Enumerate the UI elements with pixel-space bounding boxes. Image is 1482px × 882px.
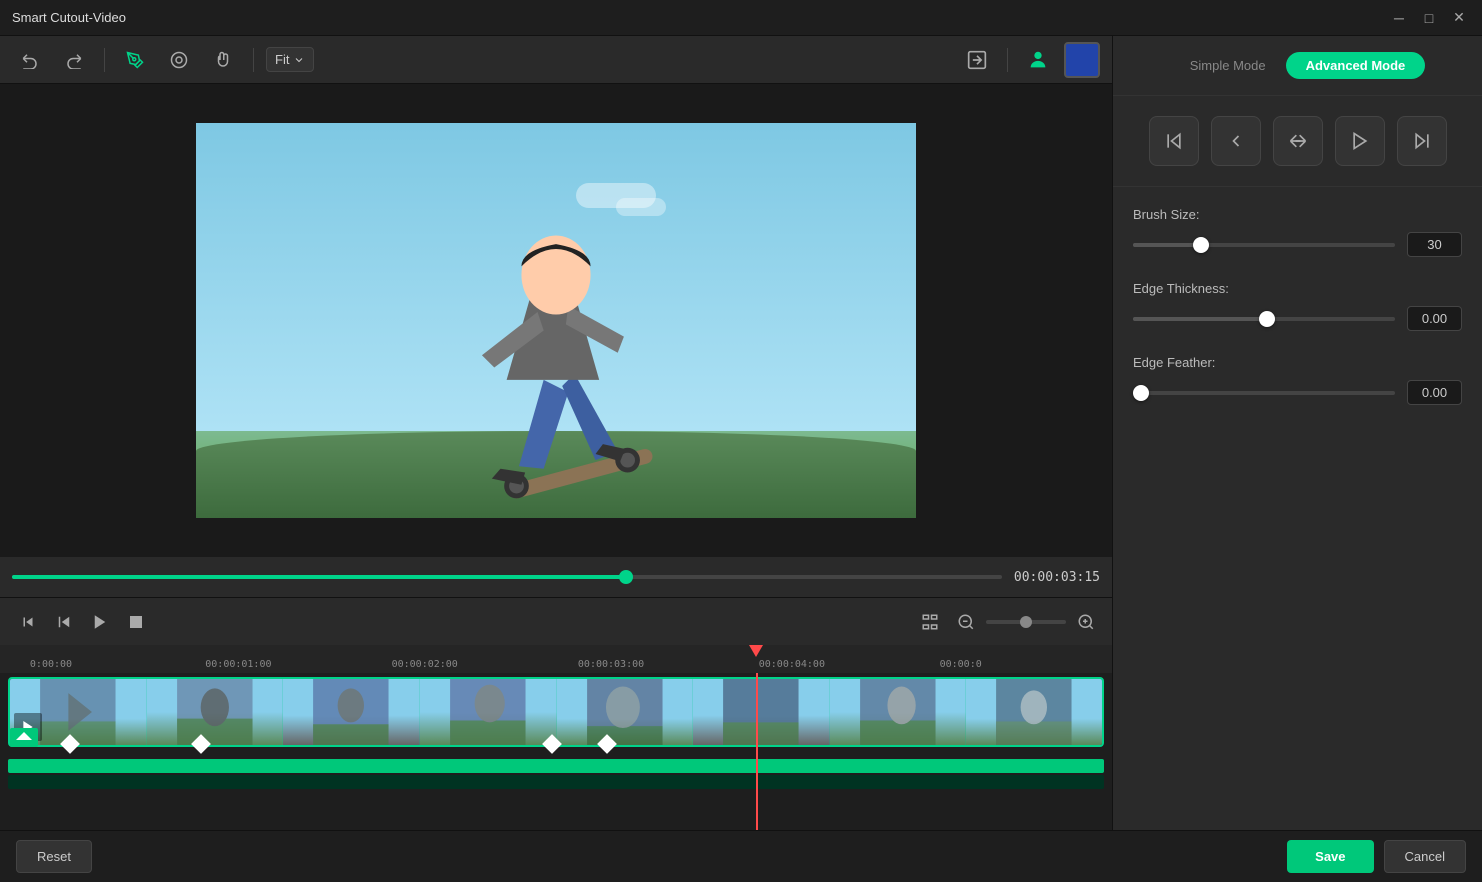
save-button[interactable]: Save bbox=[1287, 840, 1373, 873]
brush-size-control bbox=[1133, 232, 1462, 257]
ruler-mark-1: 00:00:01:00 bbox=[205, 659, 271, 670]
progress-thumb[interactable] bbox=[619, 570, 633, 584]
edge-feather-control bbox=[1133, 380, 1462, 405]
edge-feather-slider[interactable] bbox=[1133, 391, 1395, 395]
nav-play-button[interactable] bbox=[1335, 116, 1385, 166]
ruler-mark-2: 00:00:02:00 bbox=[392, 659, 458, 670]
nav-prev-button[interactable] bbox=[1211, 116, 1261, 166]
draw-button[interactable] bbox=[117, 42, 153, 78]
brush-size-row: Brush Size: bbox=[1133, 207, 1462, 257]
maximize-button[interactable]: □ bbox=[1418, 7, 1440, 29]
edge-thickness-label: Edge Thickness: bbox=[1133, 281, 1462, 296]
color-button[interactable] bbox=[1064, 42, 1100, 78]
edge-feather-row: Edge Feather: bbox=[1133, 355, 1462, 405]
simple-mode-button[interactable]: Simple Mode bbox=[1170, 52, 1286, 79]
fullscreen-button[interactable] bbox=[914, 606, 946, 638]
cancel-button[interactable]: Cancel bbox=[1384, 840, 1466, 873]
nav-last-button[interactable] bbox=[1397, 116, 1447, 166]
right-panel: Simple Mode Advanced Mode bbox=[1112, 36, 1482, 830]
timeline-ruler[interactable]: 0:00:00 00:00:01:00 00:00:02:00 00:00:03… bbox=[0, 645, 1112, 673]
brush-size-fill bbox=[1133, 243, 1199, 247]
progress-bar-area: 00:00:03:15 bbox=[0, 557, 1112, 597]
toolbar: Fit bbox=[0, 36, 1112, 84]
frame-thumb-5 bbox=[557, 679, 694, 745]
frame-thumb-4 bbox=[420, 679, 557, 745]
zoom-out-button[interactable] bbox=[952, 608, 980, 636]
ruler-mark-4: 00:00:04:00 bbox=[759, 659, 825, 670]
zoom-controls bbox=[914, 606, 1100, 638]
export-button[interactable] bbox=[959, 42, 995, 78]
edge-feather-label: Edge Feather: bbox=[1133, 355, 1462, 370]
frame-thumb-6 bbox=[693, 679, 830, 745]
undo-button[interactable] bbox=[12, 42, 48, 78]
playhead-indicator bbox=[756, 645, 770, 657]
settings-area: Brush Size: Edge Thickness: bbox=[1113, 187, 1482, 830]
brush-size-thumb[interactable] bbox=[1193, 237, 1209, 253]
brush-size-label: Brush Size: bbox=[1133, 207, 1462, 222]
brush-size-input[interactable] bbox=[1407, 232, 1462, 257]
edge-feather-thumb[interactable] bbox=[1133, 385, 1149, 401]
progress-fill bbox=[12, 575, 626, 579]
ruler-mark-0: 0:00:00 bbox=[30, 659, 72, 670]
pan-button[interactable] bbox=[205, 42, 241, 78]
frame-back-button[interactable] bbox=[48, 606, 80, 638]
track-handle-left[interactable] bbox=[10, 728, 38, 747]
advanced-mode-button[interactable]: Advanced Mode bbox=[1286, 52, 1426, 79]
green-bar bbox=[8, 759, 1104, 773]
reset-button[interactable]: Reset bbox=[16, 840, 92, 873]
edge-thickness-fill bbox=[1133, 317, 1264, 321]
bottom-bar: Reset Save Cancel bbox=[0, 830, 1482, 882]
dark-bar bbox=[8, 775, 1104, 789]
ruler-mark-5: 00:00:0 bbox=[940, 659, 982, 670]
separator-1 bbox=[104, 48, 105, 72]
edge-feather-input[interactable] bbox=[1407, 380, 1462, 405]
main-layout: Fit bbox=[0, 36, 1482, 830]
mode-switch: Simple Mode Advanced Mode bbox=[1113, 36, 1482, 96]
zoom-thumb[interactable] bbox=[1020, 616, 1032, 628]
video-track bbox=[8, 677, 1104, 757]
brush-size-slider[interactable] bbox=[1133, 243, 1395, 247]
playback-controls bbox=[0, 597, 1112, 645]
zoom-track[interactable] bbox=[986, 620, 1066, 624]
person-button[interactable] bbox=[1020, 42, 1056, 78]
ruler-mark-3: 00:00:03:00 bbox=[578, 659, 644, 670]
app-title: Smart Cutout-Video bbox=[12, 10, 126, 25]
titlebar: Smart Cutout-Video ─ □ ✕ bbox=[0, 0, 1482, 36]
edge-thickness-thumb[interactable] bbox=[1259, 311, 1275, 327]
video-area bbox=[0, 84, 1112, 557]
nav-buttons bbox=[1113, 96, 1482, 187]
play-button[interactable] bbox=[84, 606, 116, 638]
fit-label: Fit bbox=[275, 52, 289, 67]
step-back-button[interactable] bbox=[12, 606, 44, 638]
editor-panel: Fit bbox=[0, 36, 1112, 830]
time-display: 00:00:03:15 bbox=[1014, 570, 1100, 585]
track-frames bbox=[8, 677, 1104, 747]
window-controls: ─ □ ✕ bbox=[1388, 7, 1470, 29]
stop-button[interactable] bbox=[120, 606, 152, 638]
edge-thickness-slider[interactable] bbox=[1133, 317, 1395, 321]
fit-dropdown[interactable]: Fit bbox=[266, 47, 314, 72]
close-button[interactable]: ✕ bbox=[1448, 7, 1470, 29]
nav-reverse-button[interactable] bbox=[1273, 116, 1323, 166]
edge-thickness-row: Edge Thickness: bbox=[1133, 281, 1462, 331]
minimize-button[interactable]: ─ bbox=[1388, 7, 1410, 29]
zoom-in-button[interactable] bbox=[1072, 608, 1100, 636]
erase-button[interactable] bbox=[161, 42, 197, 78]
separator-2 bbox=[253, 48, 254, 72]
separator-3 bbox=[1007, 48, 1008, 72]
bottom-actions: Save Cancel bbox=[1287, 840, 1466, 873]
nav-first-button[interactable] bbox=[1149, 116, 1199, 166]
progress-track[interactable] bbox=[12, 575, 1002, 579]
timeline-tracks[interactable] bbox=[0, 673, 1112, 830]
frame-thumb-7 bbox=[830, 679, 967, 745]
frame-thumb-2 bbox=[147, 679, 284, 745]
timeline-area: 0:00:00 00:00:01:00 00:00:02:00 00:00:03… bbox=[0, 645, 1112, 830]
redo-button[interactable] bbox=[56, 42, 92, 78]
edge-thickness-input[interactable] bbox=[1407, 306, 1462, 331]
video-canvas bbox=[196, 123, 916, 518]
frame-thumb-8 bbox=[966, 679, 1102, 745]
skater-figure bbox=[196, 133, 916, 518]
frame-thumb-3 bbox=[283, 679, 420, 745]
edge-thickness-control bbox=[1133, 306, 1462, 331]
